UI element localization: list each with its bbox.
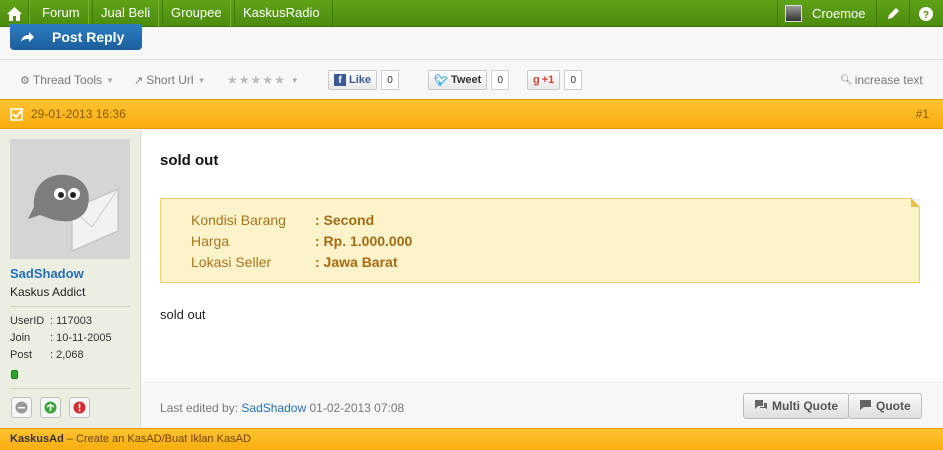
tweet-share[interactable]: 🐦︎ Tweet 0 [428, 69, 510, 91]
item-details-box: Kondisi Barang: Second Harga: Rp. 1.000.… [160, 198, 920, 283]
gplus-icon: g [533, 74, 540, 86]
kaskusad-bar[interactable]: KaskusAd – Create an KasAD/Buat Iklan Ka… [0, 428, 943, 450]
reply-bar: Post Reply [0, 24, 943, 60]
checkbox-icon [10, 108, 24, 121]
star-icon[interactable]: ★ [262, 73, 274, 87]
facebook-icon: f [334, 74, 346, 86]
message-icon [44, 401, 57, 414]
tweet-button[interactable]: 🐦︎ Tweet [428, 70, 488, 90]
zoom-icon: 🔍︎ [840, 74, 853, 86]
help-icon: ? [919, 6, 933, 21]
detail-condition: Kondisi Barang: Second [191, 212, 375, 228]
quote-button[interactable]: Quote [848, 393, 922, 419]
kaskusad-text[interactable]: KaskusAd – Create an KasAD/Buat Iklan Ka… [10, 433, 251, 445]
detail-location: Lokasi Seller: Jawa Barat [191, 254, 398, 270]
profile-icon [15, 401, 28, 414]
author-post-count: Post: 2,068 [10, 349, 84, 361]
increase-text-link[interactable]: 🔍︎ increase text [840, 73, 923, 87]
post-number[interactable]: #1 [916, 107, 929, 121]
star-icon[interactable]: ★ [227, 73, 239, 87]
username: Croemoe [812, 6, 866, 21]
thread-toolbar: ⚙ Thread Tools ▼ ↗ Short Url ▼ ★ ★ ★ ★ ★ ▼ f… [0, 61, 943, 99]
chevron-down-icon: ▼ [197, 75, 206, 85]
home-button[interactable] [0, 0, 29, 27]
author-username[interactable]: SadShadow [10, 266, 84, 281]
nav-groupee[interactable]: Groupee [158, 0, 235, 27]
post-header: 29-01-2013 16:36 #1 [0, 99, 943, 129]
top-navbar: Forum Jual Beli Groupee KaskusRadio Croe… [0, 0, 943, 27]
tweet-count: 0 [491, 70, 510, 90]
detail-price: Harga: Rp. 1.000.000 [191, 233, 413, 249]
chat-bubbles-icon [754, 399, 768, 414]
alert-icon [73, 401, 86, 414]
star-icon[interactable]: ★ [274, 73, 286, 87]
author-sidebar: SadShadow Kaskus Addict UserID: 117003 J… [0, 130, 141, 428]
twitter-icon: 🐦︎ [434, 74, 448, 87]
avatar [785, 5, 802, 22]
nav-forum[interactable]: Forum [29, 0, 93, 27]
send-message-button[interactable] [40, 397, 61, 418]
post-reply-label: Post Reply [52, 29, 125, 45]
gplus-count: 0 [564, 70, 583, 90]
share-icon: ↗ [134, 74, 144, 87]
like-count: 0 [381, 70, 400, 90]
thread-tools-label: Thread Tools [32, 73, 103, 87]
multi-quote-label: Multi Quote [772, 399, 838, 413]
home-icon [6, 6, 22, 21]
divider [10, 388, 130, 389]
svg-text:?: ? [923, 10, 929, 21]
short-url-menu[interactable]: ↗ Short Url ▼ [134, 73, 205, 87]
post-date: 29-01-2013 16:36 [31, 107, 126, 121]
rating-stars[interactable]: ★ ★ ★ ★ ★ ▼ [227, 73, 300, 87]
online-status-icon [11, 370, 18, 379]
post-footer: Last edited by: SadShadow 01-02-2013 07:… [142, 382, 943, 428]
gplus-label: +1 [541, 74, 555, 86]
user-menu[interactable]: Croemoe [777, 0, 877, 27]
post-body: sold out [160, 307, 206, 322]
short-url-label: Short Url [146, 73, 194, 87]
edited-time: 01-02-2013 07:08 [309, 401, 405, 415]
reply-arrow-icon [21, 32, 34, 42]
edit-button[interactable] [876, 0, 909, 27]
last-edited: Last edited by: SadShadow 01-02-2013 07:… [160, 401, 405, 415]
author-join: Join: 10-11-2005 [10, 332, 112, 344]
gear-icon: ⚙ [20, 74, 30, 87]
corner-fold [911, 198, 920, 207]
post-reply-button[interactable]: Post Reply [10, 24, 142, 50]
star-icon[interactable]: ★ [239, 73, 251, 87]
facebook-like-button[interactable]: f Like [328, 70, 378, 90]
help-button[interactable]: ? [909, 0, 942, 27]
star-icon[interactable]: ★ [251, 73, 263, 87]
default-avatar-icon [10, 139, 130, 259]
view-profile-button[interactable] [11, 397, 32, 418]
report-button[interactable] [69, 397, 90, 418]
chevron-down-icon: ▼ [290, 75, 300, 85]
chevron-down-icon: ▼ [106, 75, 114, 85]
author-userid: UserID: 117003 [10, 315, 93, 327]
pencil-icon [887, 8, 899, 19]
facebook-like[interactable]: f Like 0 [328, 69, 400, 91]
post-title: sold out [160, 152, 219, 169]
nav-kaskusradio[interactable]: KaskusRadio [230, 0, 333, 27]
nav-jual-beli[interactable]: Jual Beli [88, 0, 164, 27]
like-label: Like [349, 74, 372, 86]
chat-bubble-icon [859, 399, 872, 414]
divider [10, 306, 130, 307]
increase-text-label: increase text [854, 73, 923, 87]
quote-label: Quote [876, 399, 911, 413]
editor-username[interactable]: SadShadow [241, 401, 306, 415]
tweet-label: Tweet [450, 74, 482, 86]
author-rank: Kaskus Addict [10, 285, 86, 299]
post-content: sold out Kondisi Barang: Second Harga: R… [142, 130, 943, 428]
gplus-share[interactable]: g +1 0 [527, 69, 583, 91]
author-avatar[interactable] [10, 139, 130, 259]
multi-quote-button[interactable]: Multi Quote [743, 393, 849, 419]
thread-tools-menu[interactable]: ⚙ Thread Tools ▼ [20, 73, 114, 87]
gplus-button[interactable]: g +1 [527, 70, 561, 90]
